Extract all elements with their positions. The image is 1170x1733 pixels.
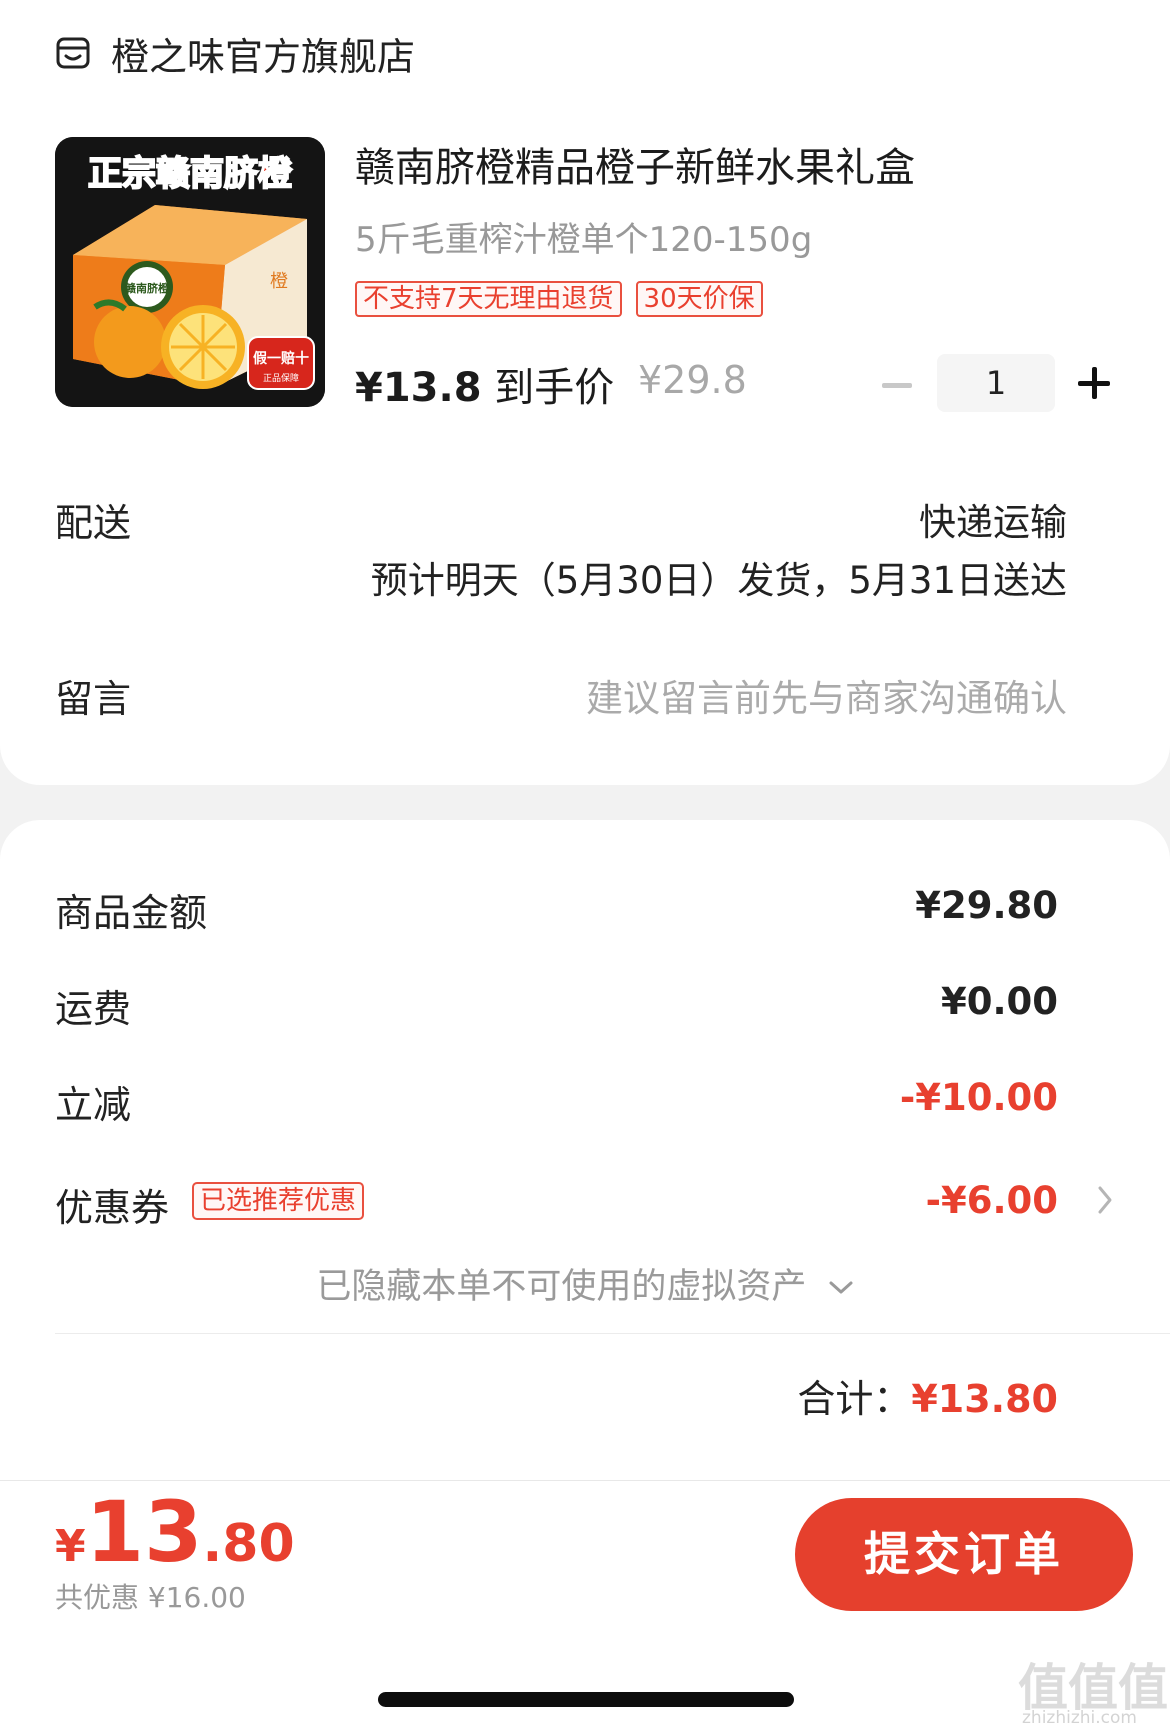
divider [55, 1333, 1170, 1334]
pay-currency: ¥ [55, 1521, 86, 1572]
hidden-assets-toggle[interactable]: 已隐藏本单不可使用的虚拟资产 [0, 1258, 1170, 1309]
goods-amount-label: 商品金额 [55, 891, 208, 935]
quantity-decrease-button[interactable] [880, 368, 914, 402]
price-protect-tag: 30天价保 [635, 281, 763, 317]
coupon-label[interactable]: 优惠券 [55, 1177, 169, 1232]
order-total: 合计：¥13.80 [797, 1368, 1058, 1423]
shop-header[interactable]: 橙之味官方旗舰店 [55, 28, 416, 79]
goods-amount-value: ¥29.80 [915, 884, 1058, 927]
total-value: ¥13.80 [911, 1377, 1058, 1421]
coupon-selected-tag[interactable]: 已选推荐优惠 [192, 1182, 365, 1220]
product-image-badge-main: 假一赔十 [253, 350, 309, 367]
quantity-increase-button[interactable] [1078, 366, 1112, 400]
no-return-tag: 不支持7天无理由退货 [355, 281, 622, 317]
shipping-fee-value: ¥0.00 [940, 980, 1058, 1023]
instant-discount-label: 立减 [55, 1083, 132, 1127]
product-photo-illustration: 正宗赣南脐橙 橙 赣南脐橙 假一赔十 正品保障 [55, 137, 325, 407]
product-image-banner-text: 正宗赣南脐橙 [88, 154, 293, 194]
pay-decimal: .80 [202, 1514, 295, 1574]
watermark-url: zhizhizhi.com [1022, 1708, 1137, 1728]
note-input[interactable]: 建议留言前先与商家沟通确认 [586, 668, 1067, 722]
quantity-input[interactable]: 1 [937, 354, 1055, 412]
final-price-label: 到手价 [494, 365, 615, 411]
original-price: ¥29.8 [638, 358, 747, 402]
coupon-value[interactable]: -¥6.00 [926, 1179, 1058, 1222]
note-label: 留言 [55, 677, 132, 721]
product-title[interactable]: 赣南脐橙精品橙子新鲜水果礼盒 [355, 135, 915, 193]
shipping-fee-label: 运费 [55, 987, 132, 1031]
final-price: ¥13.8 到手价 [355, 355, 614, 413]
delivery-label: 配送 [55, 501, 132, 545]
product-image[interactable]: 正宗赣南脐橙 橙 赣南脐橙 假一赔十 正品保障 [55, 137, 325, 407]
delivery-eta: 预计明天（5月30日）发货，5月31日送达 [370, 559, 1067, 602]
store-icon [56, 37, 90, 69]
delivery-method[interactable]: 快递运输 [919, 492, 1067, 546]
pay-amount: ¥13.80 [55, 1490, 295, 1574]
chevron-down-icon [829, 1281, 853, 1294]
final-price-value: ¥13.8 [355, 365, 482, 411]
home-indicator[interactable] [378, 1692, 794, 1707]
shop-name: 橙之味官方旗舰店 [111, 34, 416, 79]
product-image-badge-sub: 正品保障 [263, 372, 299, 384]
product-spec[interactable]: 5斤毛重榨汁橙单个120-150g [355, 212, 812, 261]
chevron-right-icon[interactable] [1090, 1183, 1120, 1217]
total-label: 合计： [797, 1377, 912, 1421]
svg-text:橙: 橙 [270, 271, 288, 292]
total-savings: 共优惠 ¥16.00 [55, 1581, 246, 1614]
instant-discount-value: -¥10.00 [899, 1076, 1058, 1119]
service-tags: 不支持7天无理由退货 30天价保 [355, 281, 777, 317]
pay-integer: 13 [85, 1483, 203, 1581]
submit-order-button[interactable]: 提交订单 [795, 1498, 1133, 1611]
product-image-box-label: 赣南脐橙 [125, 281, 170, 295]
hidden-assets-text: 已隐藏本单不可使用的虚拟资产 [316, 1267, 807, 1307]
